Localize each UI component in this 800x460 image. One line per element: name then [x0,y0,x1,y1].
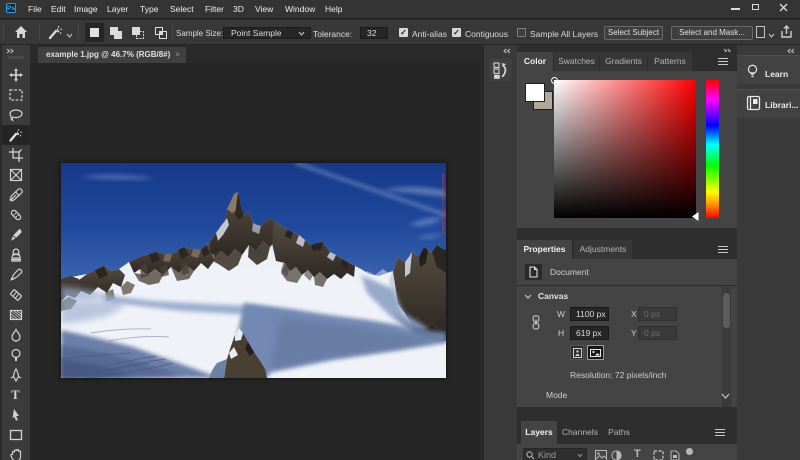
svg-text:MARCO BERTOLINI | PHOTOGRAPHY: MARCO BERTOLINI | PHOTOGRAPHY [441,173,445,236]
